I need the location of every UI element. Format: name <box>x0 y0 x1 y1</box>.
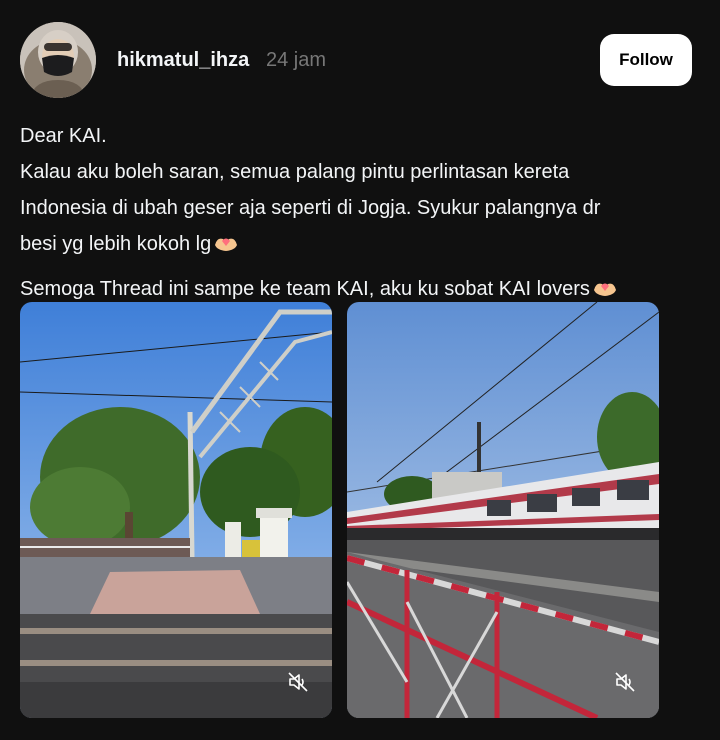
avatar-image <box>20 22 96 98</box>
mute-toggle[interactable] <box>284 668 312 696</box>
thread-post: hikmatul_ihza 24 jam Follow Dear KAI. Ka… <box>0 0 720 740</box>
video-thumbnail-2[interactable] <box>347 302 659 718</box>
post-text: Dear KAI. Kalau aku boleh saran, semua p… <box>20 118 700 310</box>
text-line: Kalau aku boleh saran, semua palang pint… <box>20 161 570 183</box>
avatar[interactable] <box>20 22 96 98</box>
passing-train-image <box>347 302 659 718</box>
username[interactable]: hikmatul_ihza <box>117 49 249 72</box>
video-thumbnail-1[interactable] <box>20 302 332 718</box>
follow-button[interactable]: Follow <box>600 34 692 86</box>
video-muted-icon <box>288 672 308 692</box>
text-line-content: Semoga Thread ini sampe ke team KAI, aku… <box>20 278 590 300</box>
heart-hands-emoji <box>213 229 239 265</box>
text-line: besi yg lebih kokoh lg <box>20 226 700 265</box>
text-line: Dear KAI. <box>20 125 107 147</box>
timestamp: 24 jam <box>266 49 327 71</box>
video-muted-icon <box>615 672 635 692</box>
railway-crossing-image <box>20 302 332 718</box>
text-line-content: besi yg lebih kokoh lg <box>20 233 212 255</box>
text-line: Indonesia di ubah geser aja seperti di J… <box>20 197 601 219</box>
mute-toggle[interactable] <box>611 668 639 696</box>
